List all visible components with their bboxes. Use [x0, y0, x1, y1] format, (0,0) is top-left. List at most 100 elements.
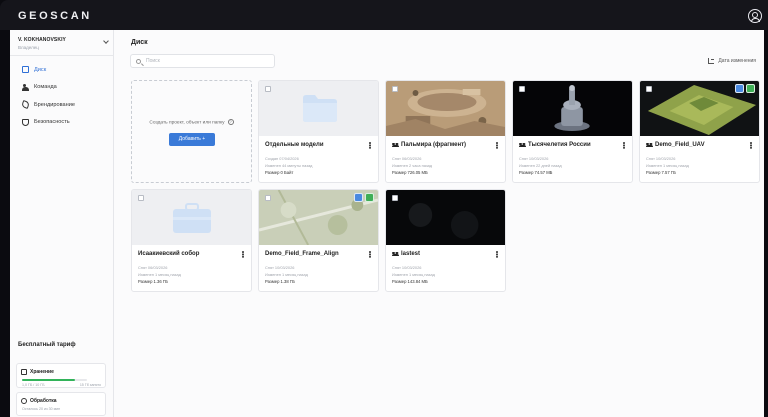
create-hint: Создать проект, объект или папку?: [132, 119, 251, 125]
card-size: Размер 143.84 МБ: [392, 279, 428, 284]
card-modified: Изменен 2 часа назад: [392, 163, 433, 168]
sort-icon: [708, 58, 715, 64]
create-dropzone[interactable]: Создать проект, объект или папку? Добави…: [131, 80, 252, 183]
more-options-icon[interactable]: [496, 142, 498, 144]
account-switcher[interactable]: V. KOKHANOVSKIY Владелец: [18, 37, 110, 50]
select-checkbox[interactable]: [519, 86, 525, 92]
card-created: Создан 07/04/2026: [265, 156, 299, 161]
sidebar-item-security[interactable]: Безопасность: [10, 114, 114, 132]
card-thumbnail: [259, 81, 378, 136]
photos-badge-icon: [354, 193, 363, 202]
help-icon[interactable]: ?: [227, 119, 234, 125]
processed-badge-icon: [365, 193, 374, 202]
card-created: Снят 10/03/2026: [646, 156, 676, 161]
card-title: Отдельные модели: [265, 142, 324, 148]
more-options-icon[interactable]: [369, 142, 371, 144]
card-title-text: Тысячелетия России: [528, 142, 591, 148]
sidebar-item-label: Брендирование: [34, 101, 75, 108]
project-card[interactable]: lastest Снят 10/03/2026 Изменен 1 месяц …: [385, 189, 506, 292]
sidebar-item-label: Диск: [34, 66, 47, 73]
card-modified: Изменен 22 дней назад: [519, 163, 562, 168]
storage-label: Хранение: [30, 369, 54, 375]
sidebar: V. KOKHANOVSKIY Владелец Диск Команда Бр…: [10, 30, 114, 417]
project-card[interactable]: Пальмира (фрагмент) Снят 06/03/2026 Изме…: [385, 80, 506, 183]
add-button[interactable]: Добавить +: [169, 133, 215, 146]
card-thumbnail: [386, 190, 505, 245]
card-size: Размер 7.57 ГБ: [646, 170, 676, 175]
account-role: Владелец: [18, 45, 39, 50]
sort-label: Дата изменения: [718, 58, 756, 64]
user-account-icon[interactable]: [748, 9, 762, 23]
processing-card[interactable]: Обработка Осталось 20 из 30 мин: [16, 392, 106, 416]
card-thumbnail: [513, 81, 632, 136]
storage-icon: [21, 369, 27, 375]
shared-icon: [519, 142, 526, 148]
card-title-text: Отдельные модели: [265, 142, 324, 148]
card-size: Размер 726.05 МБ: [392, 170, 428, 175]
card-title-text: Пальмира (фрагмент): [401, 142, 467, 148]
select-checkbox[interactable]: [392, 86, 398, 92]
storage-progress-fill: [22, 379, 76, 381]
brush-icon: [21, 100, 30, 110]
folder-icon: [22, 66, 29, 74]
storage-used: 1,0 ГБ / 10 ГБ: [22, 383, 45, 387]
main-content: Диск Поиск Дата изменения Создать проект…: [114, 30, 764, 417]
more-options-icon[interactable]: [496, 251, 498, 253]
project-card[interactable]: Demo_Field_UAV Снят 10/03/2026 Изменен 1…: [639, 80, 760, 183]
storage-progress: [22, 379, 87, 381]
card-created: Снят 06/03/2026: [392, 156, 422, 161]
select-checkbox[interactable]: [392, 195, 398, 201]
sidebar-item-team[interactable]: Команда: [10, 79, 114, 97]
search-input[interactable]: Поиск: [130, 54, 275, 68]
card-badges: [735, 84, 755, 93]
sidebar-item-disk[interactable]: Диск: [10, 61, 114, 79]
card-title: Исаакиевский собор: [138, 251, 199, 257]
shared-icon: [646, 142, 653, 148]
card-title: Тысячелетия России: [519, 142, 591, 148]
more-options-icon[interactable]: [750, 142, 752, 144]
more-options-icon[interactable]: [242, 251, 244, 253]
card-size: Размер 0 Байт: [265, 170, 294, 175]
card-modified: Изменен 1 месяц назад: [392, 272, 435, 277]
app-window: GEOSCAN V. KOKHANOVSKIY Владелец Диск Ко…: [0, 0, 768, 417]
photos-badge-icon: [735, 84, 744, 93]
select-checkbox[interactable]: [138, 195, 144, 201]
card-title-text: Demo_Field_Frame_Align: [265, 251, 339, 257]
search-icon: [136, 58, 141, 64]
project-card[interactable]: Исаакиевский собор Снят 06/03/2026 Измен…: [131, 189, 252, 292]
storage-left: 15 Гб занято: [79, 383, 101, 387]
project-card[interactable]: Тысячелетия России Снят 10/03/2026 Измен…: [512, 80, 633, 183]
card-thumbnail: [386, 81, 505, 136]
card-title-text: Исаакиевский собор: [138, 251, 200, 257]
card-modified: Изменен 1 месяц назад: [265, 272, 308, 277]
project-card[interactable]: Demo_Field_Frame_Align Снят 10/03/2026 И…: [258, 189, 379, 292]
sidebar-item-branding[interactable]: Брендирование: [10, 96, 114, 114]
card-modified: Изменен 1 месяц назад: [138, 272, 181, 277]
card-created: Снят 10/03/2026: [392, 265, 422, 270]
select-checkbox[interactable]: [265, 195, 271, 201]
sidebar-item-label: Безопасность: [34, 119, 70, 126]
card-created: Снят 10/03/2026: [519, 156, 549, 161]
shield-icon: [22, 118, 29, 126]
project-card[interactable]: Отдельные модели Создан 07/04/2026 Измен…: [258, 80, 379, 183]
processing-icon: [21, 398, 27, 404]
shared-icon: [392, 251, 399, 257]
processing-label: Обработка: [30, 398, 57, 404]
geoscan-logo[interactable]: GEOSCAN: [18, 10, 92, 22]
card-thumbnail: [132, 190, 251, 245]
processing-remaining: Осталось 20 из 30 мин: [22, 407, 61, 411]
card-title: Demo_Field_Frame_Align: [265, 251, 339, 257]
storage-card[interactable]: Хранение 1,0 ГБ / 10 ГБ 15 Гб занято: [16, 363, 106, 388]
search-placeholder: Поиск: [146, 58, 160, 65]
card-modified: Изменен 44 минуты назад: [265, 163, 313, 168]
select-checkbox[interactable]: [265, 86, 271, 92]
card-size: Размер 1.36 ГБ: [138, 279, 168, 284]
shared-icon: [392, 142, 399, 148]
sort-button[interactable]: Дата изменения: [708, 58, 756, 64]
briefcase-icon: [173, 203, 211, 233]
card-modified: Изменен 1 месяц назад: [646, 163, 689, 168]
select-checkbox[interactable]: [646, 86, 652, 92]
more-options-icon[interactable]: [369, 251, 371, 253]
more-options-icon[interactable]: [623, 142, 625, 144]
card-size: Размер 74.57 МБ: [519, 170, 553, 175]
